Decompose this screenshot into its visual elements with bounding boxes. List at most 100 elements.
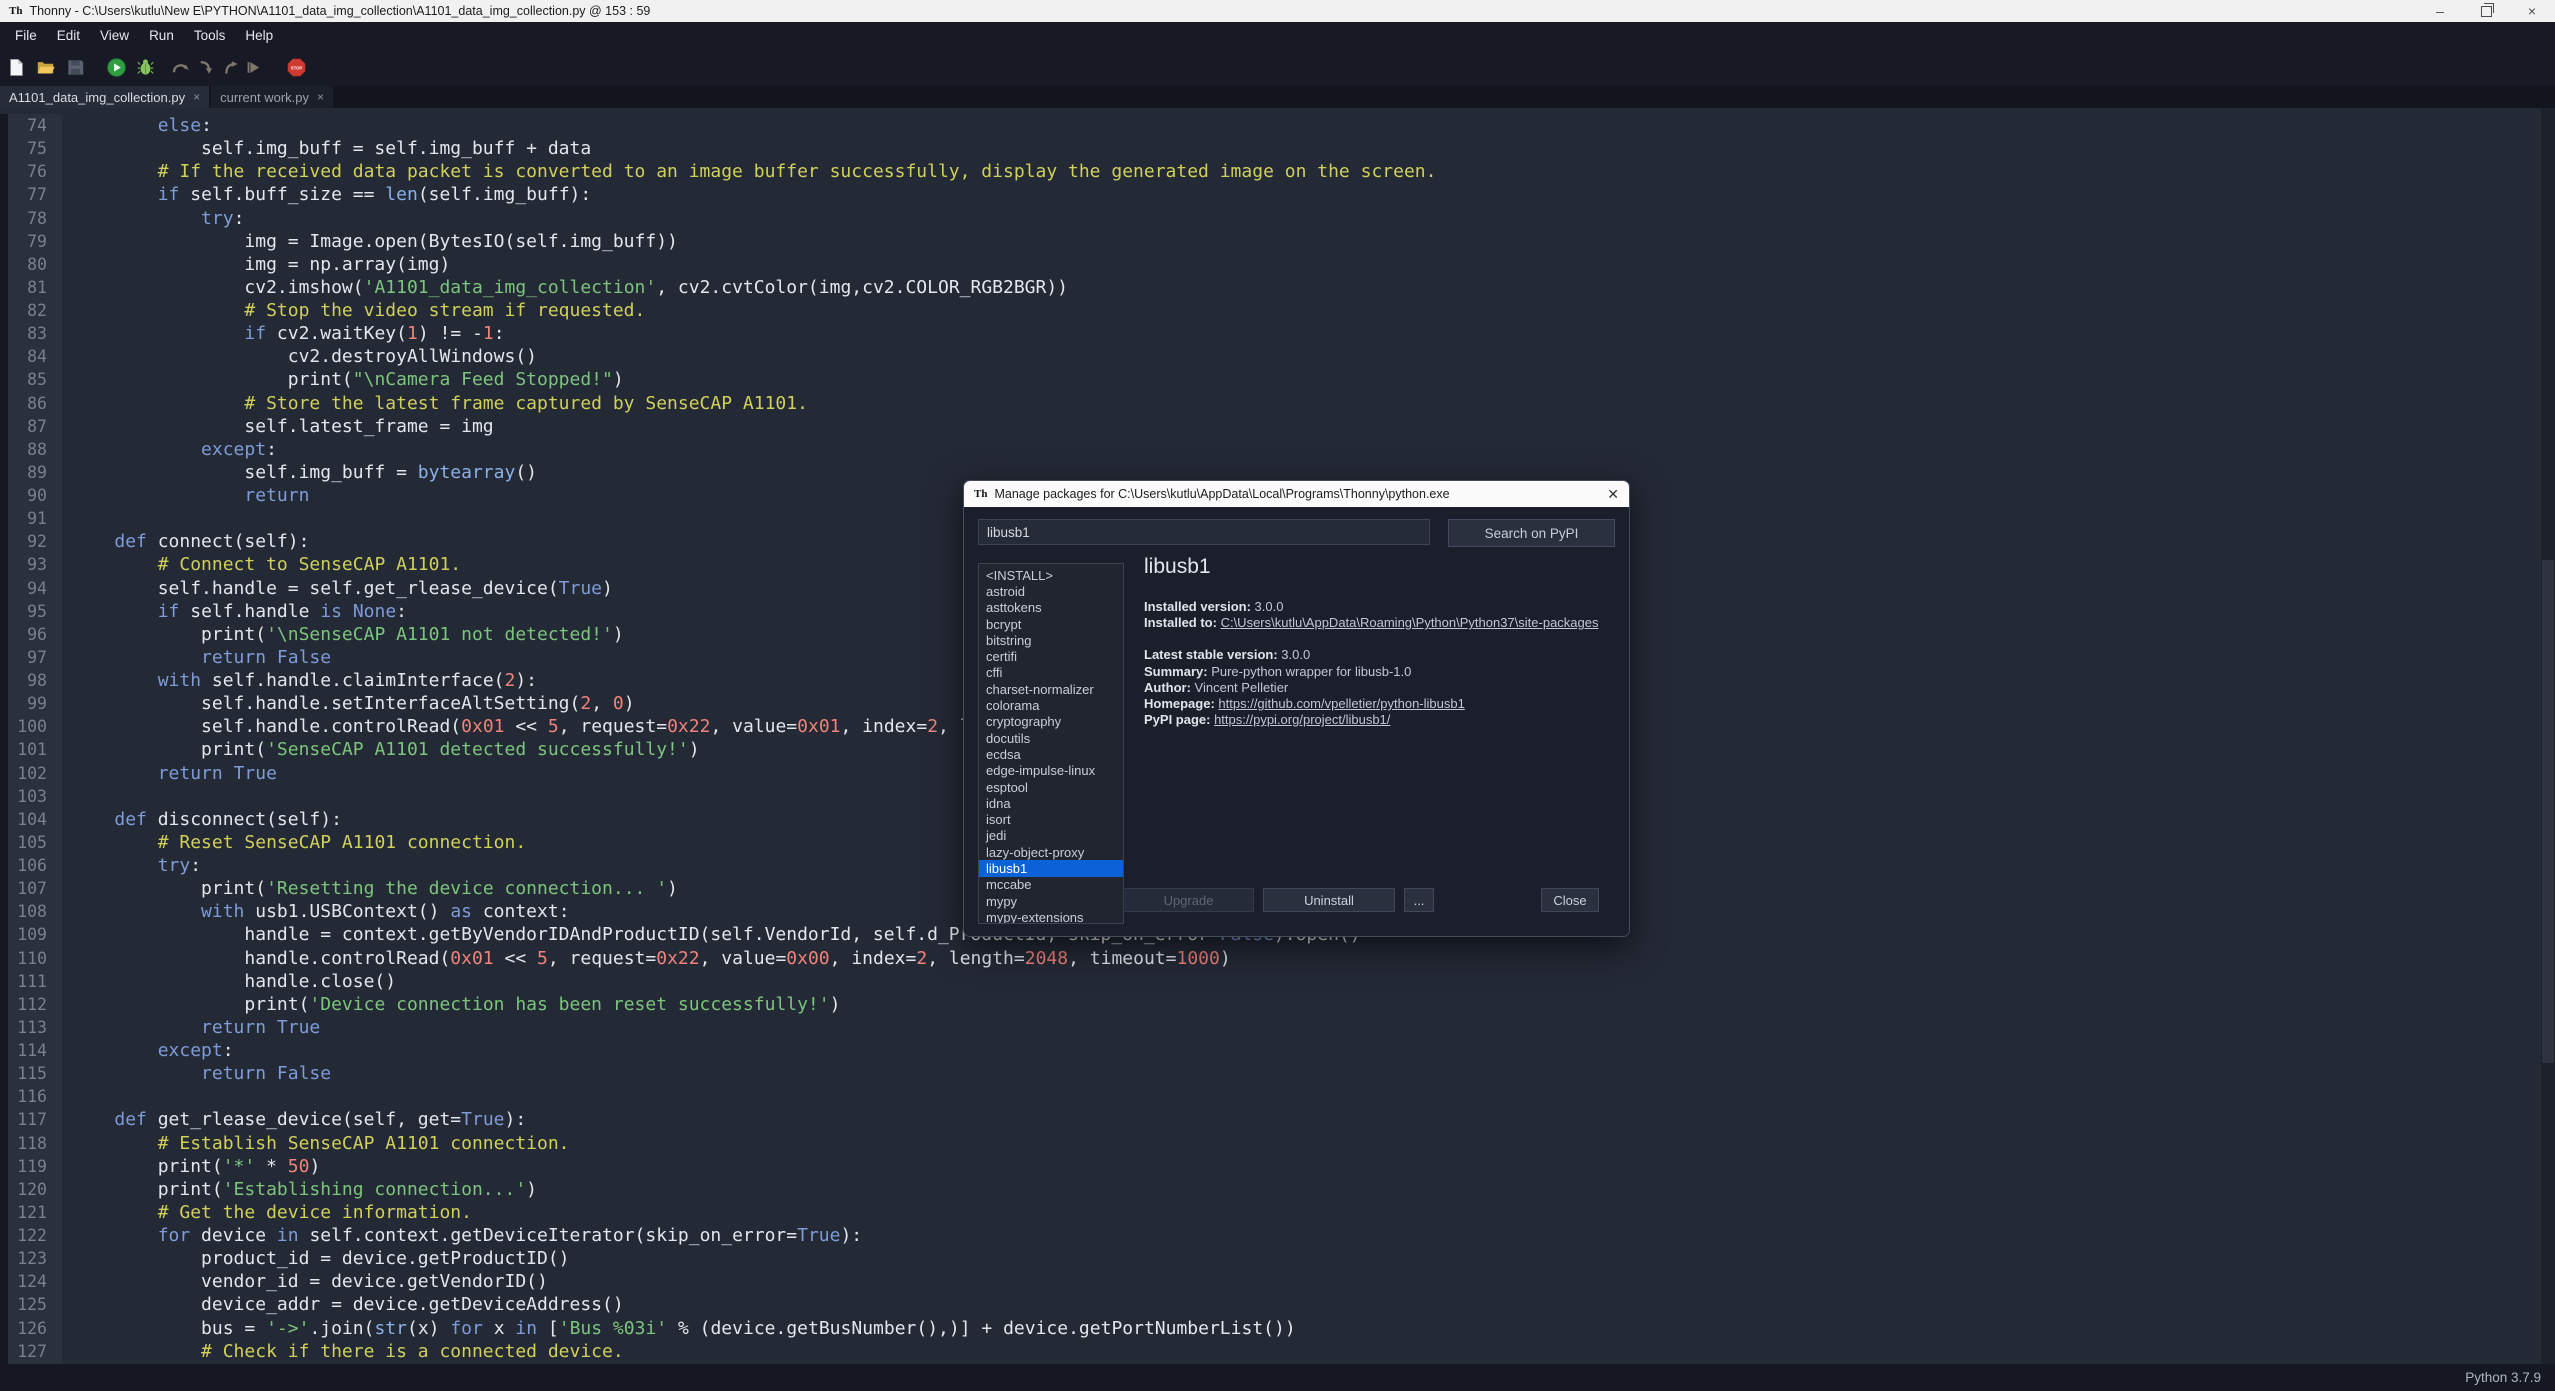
- code-text[interactable]: except:: [62, 1039, 234, 1062]
- scrollbar-thumb[interactable]: [2542, 560, 2554, 1062]
- detail-link[interactable]: https://pypi.org/project/libusb1/: [1214, 712, 1390, 727]
- code-text[interactable]: return False: [62, 646, 331, 669]
- package-item-ecdsa[interactable]: ecdsa: [979, 746, 1123, 762]
- debug-script-icon[interactable]: [136, 58, 155, 77]
- code-text[interactable]: img = Image.open(BytesIO(self.img_buff)): [62, 230, 678, 253]
- menu-item-run[interactable]: Run: [139, 25, 184, 46]
- code-text[interactable]: with self.handle.claimInterface(2):: [62, 669, 537, 692]
- menu-item-view[interactable]: View: [90, 25, 139, 46]
- code-text[interactable]: return False: [62, 1062, 331, 1085]
- package-item-mypy[interactable]: mypy: [979, 893, 1123, 909]
- python-version[interactable]: Python 3.7.9: [2465, 1370, 2541, 1385]
- code-text[interactable]: with usb1.USBContext() as context:: [62, 900, 570, 923]
- package-search-input[interactable]: [978, 519, 1430, 545]
- more-options-button[interactable]: ...: [1404, 888, 1434, 912]
- code-text[interactable]: # Establish SenseCAP A1101 connection.: [62, 1132, 570, 1155]
- stop-icon[interactable]: STOP: [287, 58, 306, 77]
- code-text[interactable]: def get_rlease_device(self, get=True):: [62, 1108, 526, 1131]
- code-text[interactable]: cv2.imshow('A1101_data_img_collection', …: [62, 276, 1068, 299]
- package-item-lazy-object-proxy[interactable]: lazy-object-proxy: [979, 844, 1123, 860]
- code-text[interactable]: print('Device connection has been reset …: [62, 993, 840, 1016]
- code-text[interactable]: [62, 507, 71, 530]
- code-text[interactable]: except:: [62, 438, 277, 461]
- code-text[interactable]: img = np.array(img): [62, 253, 450, 276]
- dialog-close-icon[interactable]: ✕: [1607, 486, 1619, 503]
- uninstall-button[interactable]: Uninstall: [1263, 888, 1395, 912]
- menu-item-edit[interactable]: Edit: [47, 25, 90, 46]
- package-item-bcrypt[interactable]: bcrypt: [979, 616, 1123, 632]
- new-file-icon[interactable]: [7, 58, 26, 77]
- code-text[interactable]: # Reset SenseCAP A1101 connection.: [62, 831, 526, 854]
- editor-tab-0[interactable]: A1101_data_img_collection.py×: [0, 86, 209, 108]
- package-item-libusb1[interactable]: libusb1: [979, 860, 1123, 876]
- package-item-esptool[interactable]: esptool: [979, 779, 1123, 795]
- code-text[interactable]: handle.controlRead(0x01 << 5, request=0x…: [62, 947, 1231, 970]
- code-text[interactable]: # Get the device information.: [62, 1201, 472, 1224]
- upgrade-button[interactable]: Upgrade: [1123, 888, 1254, 912]
- code-text[interactable]: self.img_buff = self.img_buff + data: [62, 137, 591, 160]
- resume-icon[interactable]: [245, 58, 264, 77]
- search-on-pypi-button[interactable]: Search on PyPI: [1448, 519, 1615, 547]
- package-item-bitstring[interactable]: bitstring: [979, 632, 1123, 648]
- package-item-mypy-extensions[interactable]: mypy-extensions: [979, 909, 1123, 924]
- package-item-astroid[interactable]: astroid: [979, 583, 1123, 599]
- code-text[interactable]: try:: [62, 854, 201, 877]
- step-into-icon[interactable]: [196, 58, 215, 77]
- tab-close-icon[interactable]: ×: [317, 90, 324, 104]
- code-text[interactable]: return True: [62, 1016, 320, 1039]
- code-text[interactable]: self.handle = self.get_rlease_device(Tru…: [62, 577, 613, 600]
- code-text[interactable]: try:: [62, 207, 244, 230]
- code-text[interactable]: if cv2.waitKey(1) != -1:: [62, 322, 505, 345]
- menu-item-help[interactable]: Help: [235, 25, 283, 46]
- code-text[interactable]: print('\nSenseCAP A1101 not detected!'): [62, 623, 624, 646]
- step-over-icon[interactable]: [171, 58, 190, 77]
- save-file-icon[interactable]: [66, 58, 85, 77]
- package-item-isort[interactable]: isort: [979, 811, 1123, 827]
- code-text[interactable]: product_id = device.getProductID(): [62, 1247, 570, 1270]
- code-text[interactable]: self.img_buff = bytearray(): [62, 461, 537, 484]
- close-icon[interactable]: ×: [2509, 0, 2555, 22]
- code-text[interactable]: print('*' * 50): [62, 1155, 320, 1178]
- menu-item-tools[interactable]: Tools: [184, 25, 236, 46]
- code-text[interactable]: self.latest_frame = img: [62, 415, 494, 438]
- code-text[interactable]: def disconnect(self):: [62, 808, 342, 831]
- code-text[interactable]: else:: [62, 114, 212, 137]
- package-item-asttokens[interactable]: asttokens: [979, 600, 1123, 616]
- code-text[interactable]: [62, 785, 71, 808]
- step-out-icon[interactable]: [221, 58, 240, 77]
- restore-icon[interactable]: [2463, 0, 2509, 22]
- code-text[interactable]: print('SenseCAP A1101 detected successfu…: [62, 738, 700, 761]
- tab-close-icon[interactable]: ×: [193, 90, 200, 104]
- code-text[interactable]: print("\nCamera Feed Stopped!"): [62, 368, 624, 391]
- code-text[interactable]: # Connect to SenseCAP A1101.: [62, 553, 461, 576]
- code-text[interactable]: bus = '->'.join(str(x) for x in ['Bus %0…: [62, 1317, 1296, 1340]
- code-text[interactable]: def connect(self):: [62, 530, 309, 553]
- code-text[interactable]: return True: [62, 762, 277, 785]
- code-text[interactable]: self.handle.setInterfaceAltSetting(2, 0): [62, 692, 635, 715]
- code-text[interactable]: cv2.destroyAllWindows(): [62, 345, 537, 368]
- detail-link[interactable]: C:\Users\kutlu\AppData\Roaming\Python\Py…: [1221, 615, 1599, 630]
- code-text[interactable]: if self.buff_size == len(self.img_buff):: [62, 183, 591, 206]
- package-item-certifi[interactable]: certifi: [979, 648, 1123, 664]
- code-text[interactable]: print('Establishing connection...'): [62, 1178, 537, 1201]
- package-item-idna[interactable]: idna: [979, 795, 1123, 811]
- code-text[interactable]: print('Resetting the device connection..…: [62, 877, 678, 900]
- run-script-icon[interactable]: [107, 58, 126, 77]
- code-text[interactable]: return: [62, 484, 309, 507]
- package-item-cffi[interactable]: cffi: [979, 665, 1123, 681]
- code-text[interactable]: device_addr = device.getDeviceAddress(): [62, 1293, 624, 1316]
- code-text[interactable]: # Store the latest frame captured by Sen…: [62, 392, 808, 415]
- detail-link[interactable]: https://github.com/vpelletier/python-lib…: [1218, 696, 1464, 711]
- code-text[interactable]: # Stop the video stream if requested.: [62, 299, 645, 322]
- code-text[interactable]: if self.handle is None:: [62, 600, 407, 623]
- package-item-edge-impulse-linux[interactable]: edge-impulse-linux: [979, 763, 1123, 779]
- editor-scrollbar[interactable]: [2541, 108, 2555, 1364]
- dialog-close-button[interactable]: Close: [1541, 888, 1599, 912]
- code-text[interactable]: # Check if there is a connected device.: [62, 1340, 624, 1363]
- minimize-icon[interactable]: –: [2417, 0, 2463, 22]
- code-text[interactable]: vendor_id = device.getVendorID(): [62, 1270, 548, 1293]
- package-item-jedi[interactable]: jedi: [979, 828, 1123, 844]
- code-text[interactable]: [62, 1085, 71, 1108]
- package-item-cryptography[interactable]: cryptography: [979, 714, 1123, 730]
- package-item-docutils[interactable]: docutils: [979, 730, 1123, 746]
